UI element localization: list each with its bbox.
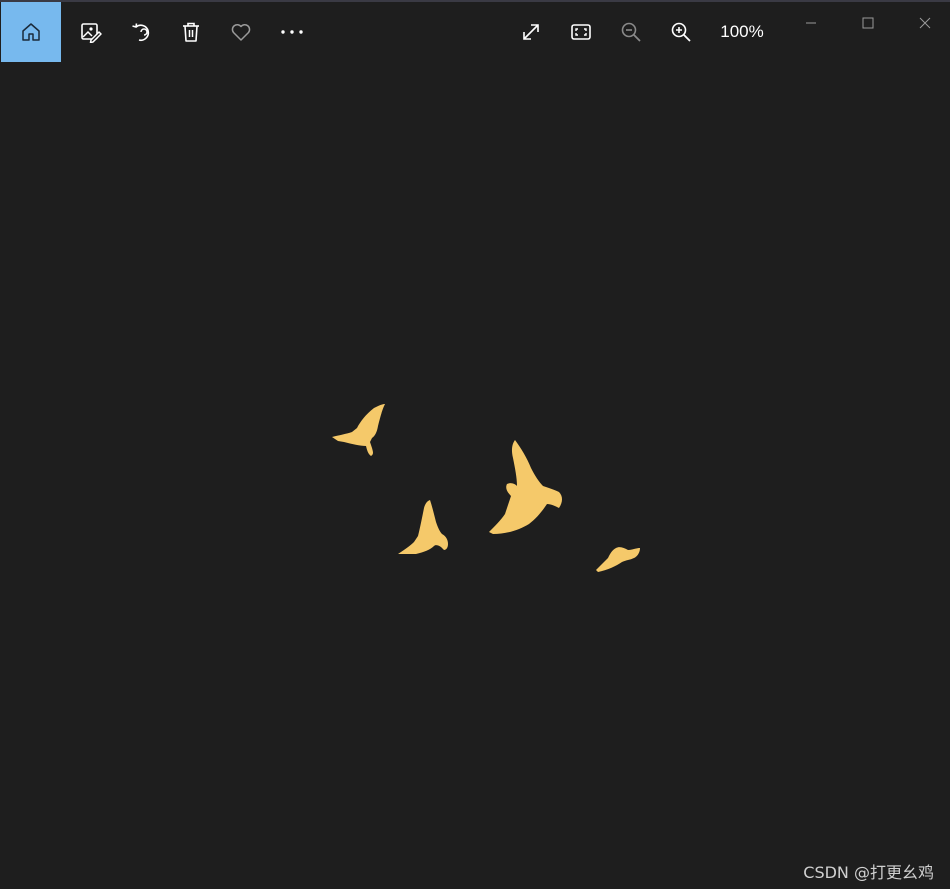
fit-to-window-button[interactable] xyxy=(556,2,606,62)
zoom-out-icon xyxy=(621,22,641,42)
trash-icon xyxy=(183,22,199,42)
image-canvas[interactable]: CSDN @打更幺鸡 xyxy=(0,62,950,889)
delete-button[interactable] xyxy=(166,2,216,62)
edit-button[interactable] xyxy=(66,2,116,62)
home-button[interactable] xyxy=(1,2,61,62)
favorite-button[interactable] xyxy=(216,2,266,62)
zoom-out-button[interactable] xyxy=(606,2,656,62)
rotate-button[interactable] xyxy=(116,2,166,62)
zoom-in-button[interactable] xyxy=(656,2,706,62)
close-icon xyxy=(919,17,931,29)
bird-image-large-center xyxy=(489,440,562,534)
zoom-level[interactable]: 100% xyxy=(710,2,774,62)
more-icon xyxy=(281,30,303,34)
bird-image-small-right xyxy=(596,547,640,572)
bird-image-small-left xyxy=(332,404,385,456)
expand-icon xyxy=(523,24,539,40)
home-icon xyxy=(22,23,40,41)
bird-image-small-bottom xyxy=(398,500,448,554)
toolbar: 100% xyxy=(0,2,950,62)
photos-app-window: 100% CSDN @打更幺鸡 xyxy=(0,0,950,889)
watermark-text: CSDN @打更幺鸡 xyxy=(803,863,934,882)
heart-icon xyxy=(231,24,251,41)
more-options-button[interactable] xyxy=(266,2,318,62)
fullscreen-button[interactable] xyxy=(506,2,556,62)
maximize-icon xyxy=(862,17,874,29)
minimize-icon xyxy=(806,22,816,24)
zoom-in-icon xyxy=(671,22,691,42)
minimize-button[interactable] xyxy=(788,2,834,44)
close-button[interactable] xyxy=(902,2,948,44)
fit-to-window-icon xyxy=(571,24,591,40)
maximize-button[interactable] xyxy=(845,2,891,44)
edit-image-icon xyxy=(81,23,102,43)
rotate-icon xyxy=(132,23,150,42)
